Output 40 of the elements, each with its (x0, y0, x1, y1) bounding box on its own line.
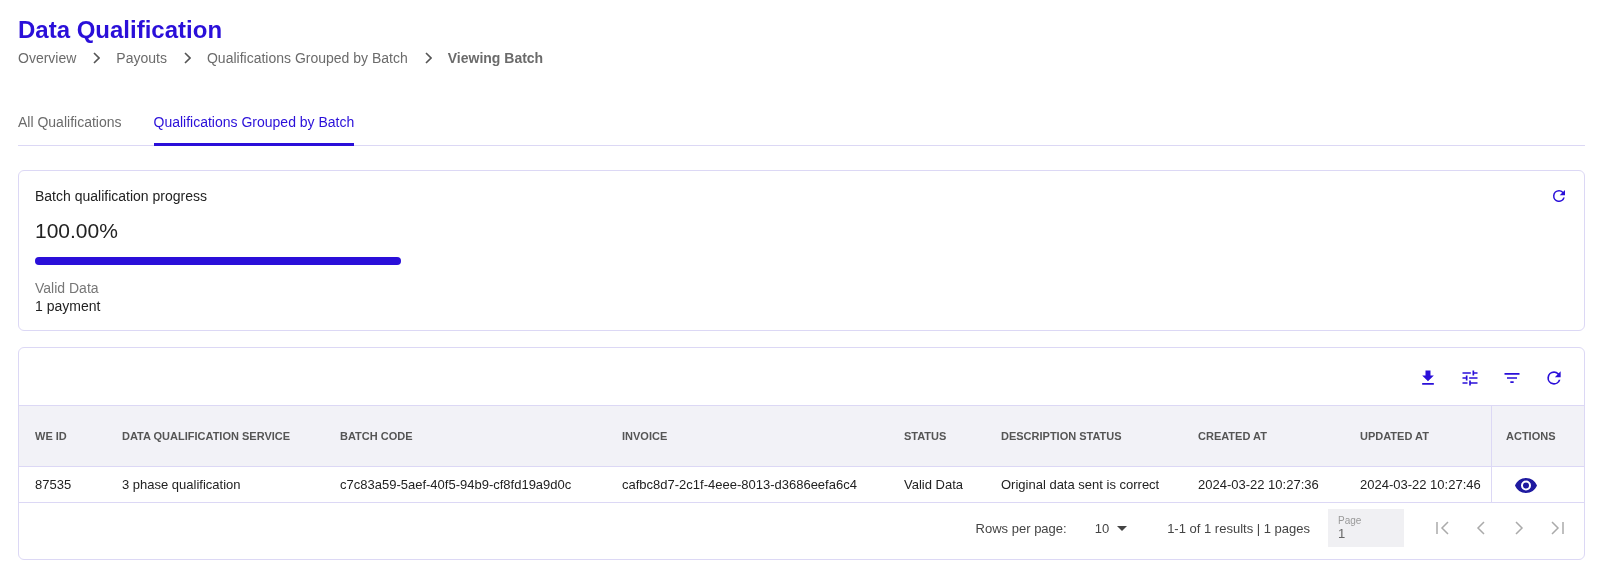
chevron-icon (92, 52, 101, 64)
sliders-icon[interactable] (1460, 368, 1480, 388)
breadcrumb-link[interactable]: Qualifications Grouped by Batch (206, 50, 408, 66)
page-title: Data Qualification (18, 15, 224, 45)
breadcrumb-link[interactable]: Viewing Batch (447, 50, 544, 66)
table-cell-text: Valid Data (903, 477, 964, 492)
breadcrumb-link[interactable]: Payouts (116, 50, 167, 66)
column-header: DATA QUALIFICATION SERVICE (121, 430, 292, 442)
table-cell-text: 2024-03-22 10:27:36 (1197, 477, 1320, 492)
status-count: 1 payment (35, 298, 102, 314)
status-label: Valid Data (35, 280, 100, 296)
refresh-icon[interactable] (1544, 368, 1564, 388)
column-header: UPDATED AT (1359, 430, 1430, 442)
view-icon[interactable] (1514, 476, 1538, 493)
rows-per-page-label: Rows per page: (975, 520, 1067, 536)
column-header: BATCH CODE (339, 430, 414, 442)
column-header: DESCRIPTION STATUS (1000, 430, 1123, 442)
table-cell-text: Original data sent is correct (1000, 477, 1161, 492)
page-field[interactable]: Page 1 (1328, 509, 1404, 547)
chevron-icon (182, 52, 191, 64)
tab[interactable]: Qualifications Grouped by Batch (153, 108, 355, 146)
refresh-icon[interactable] (1550, 187, 1568, 205)
results-summary: 1-1 of 1 results | 1 pages (1167, 520, 1310, 536)
progress-percent: 100.00% (35, 219, 119, 243)
breadcrumb-link[interactable]: Overview (18, 50, 77, 66)
column-header: STATUS (903, 430, 948, 442)
table-cell-text: 2024-03-22 10:27:46 (1359, 477, 1482, 492)
table-cell-text: c7c83a59-5aef-40f5-94b9-cf8fd19a9d0c (339, 477, 573, 492)
table-cell-text: 3 phase qualification (121, 477, 242, 492)
column-header: ACTIONS (1491, 406, 1584, 466)
card-title: Batch qualification progress (35, 188, 207, 204)
table-cell-text: 87535 (34, 477, 73, 492)
column-header: WE ID (34, 430, 68, 442)
table-cell-text: cafbc8d7-2c1f-4eee-8013-d3686eefa6c4 (621, 477, 858, 492)
rows-per-page-select[interactable]: 10 (1088, 519, 1134, 537)
chevron-icon (423, 52, 432, 64)
caret-icon (1117, 525, 1128, 531)
column-header: CREATED AT (1197, 430, 1268, 442)
column-header: INVOICE (621, 430, 669, 442)
tab[interactable]: All Qualifications (18, 108, 122, 146)
